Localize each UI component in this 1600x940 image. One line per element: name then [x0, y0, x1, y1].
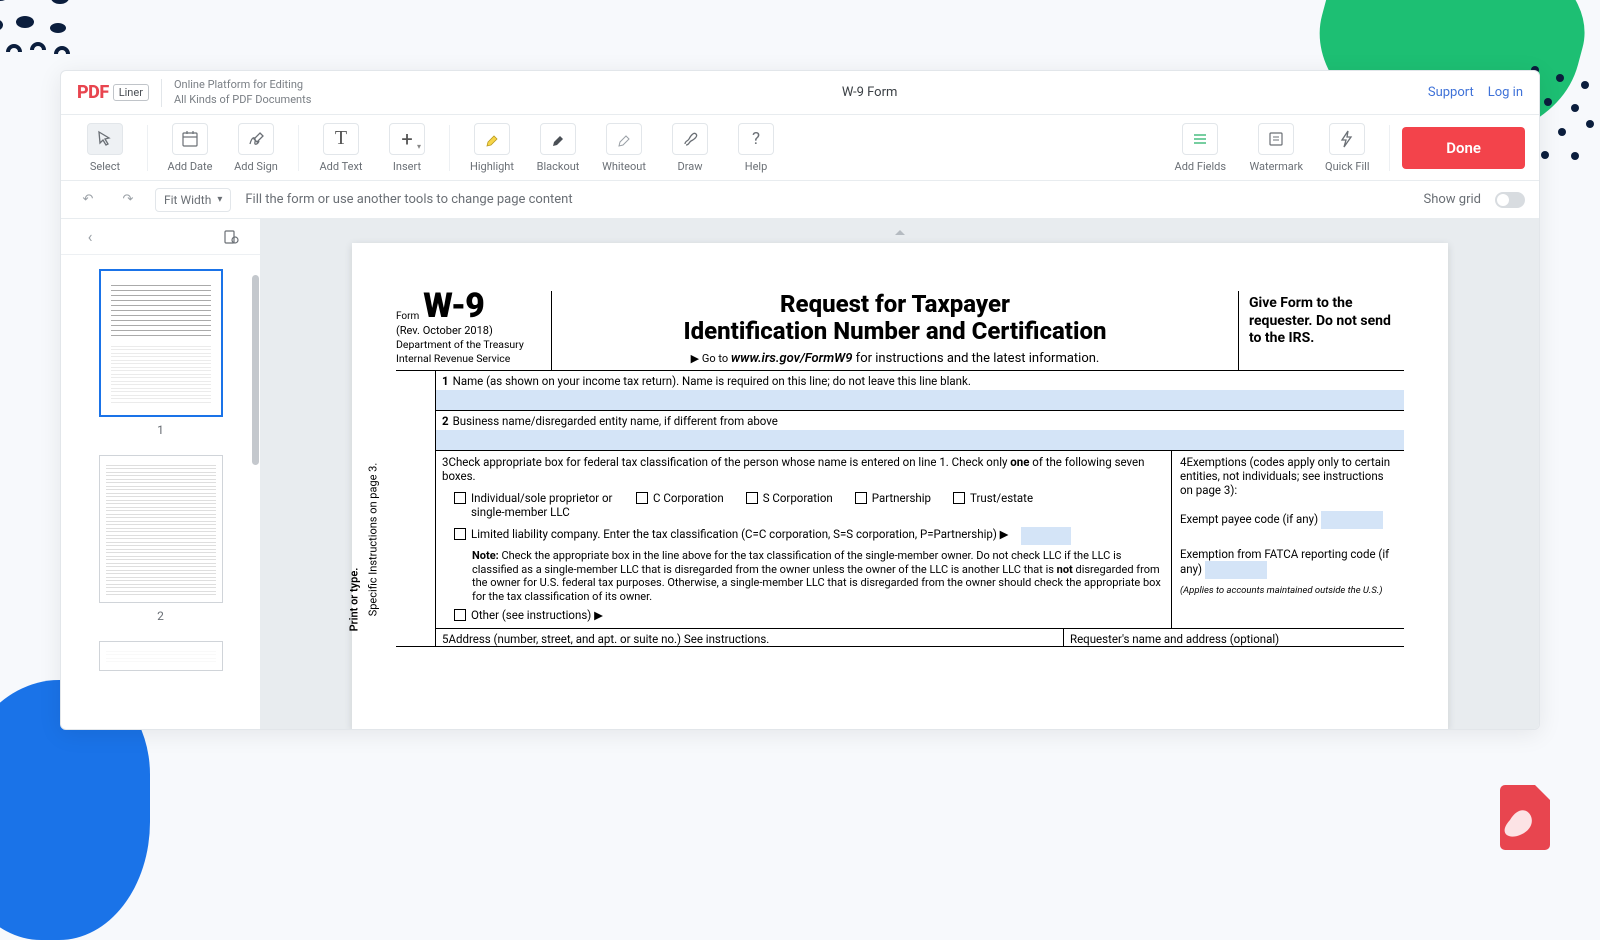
fields-icon [1191, 130, 1209, 148]
done-button[interactable]: Done [1402, 127, 1525, 169]
form-header-center: Request for TaxpayerIdentification Numbe… [552, 291, 1238, 370]
thumbnails-sidebar: ‹ 1 2 [61, 219, 261, 729]
decor-spots-tl [0, 0, 160, 80]
exempt-payee-input[interactable] [1321, 511, 1383, 529]
tool-add-fields[interactable]: Add Fields [1165, 123, 1235, 173]
tool-select[interactable]: Select [75, 123, 135, 173]
thumbnail-num-2: 2 [73, 609, 248, 623]
llc-note: Note: Check the appropriate box in the l… [472, 549, 1165, 604]
document-title: W-9 Form [311, 85, 1427, 100]
whiteout-icon [615, 130, 633, 148]
logo[interactable]: PDF Liner [77, 82, 149, 103]
redo-button[interactable]: ↷ [115, 187, 141, 213]
highlighter-icon [483, 130, 501, 148]
chevron-down-icon: ▾ [217, 194, 222, 205]
tool-draw[interactable]: Draw [660, 123, 720, 173]
calendar-icon [181, 130, 199, 148]
form-fields: 1Name (as shown on your income tax retur… [436, 371, 1404, 646]
form-header-right: Give Form to the requester. Do not send … [1238, 291, 1404, 370]
field-row-4: 4Exemptions (codes apply only to certain… [1172, 451, 1404, 628]
tool-whiteout[interactable]: Whiteout [594, 123, 654, 173]
logo-text-pdf: PDF [77, 82, 109, 103]
plus-icon: + [401, 127, 412, 151]
field-row-2: 2Business name/disregarded entity name, … [436, 411, 1404, 451]
tagline: Online Platform for Editing All Kinds of… [174, 78, 311, 107]
checkbox-llc[interactable]: Limited liability company. Enter the tax… [454, 527, 1165, 545]
thumbnails-list: 1 2 [61, 255, 260, 729]
tool-quick-fill[interactable]: Quick Fill [1317, 123, 1377, 173]
brush-icon [681, 130, 699, 148]
tool-watermark[interactable]: Watermark [1241, 123, 1311, 173]
secondary-bar: ↶ ↷ Fit Width ▾ Fill the form or use ano… [61, 181, 1539, 219]
field-row-5: 5Address (number, street, and apt. or su… [436, 629, 1404, 646]
logo-divider [161, 79, 162, 107]
thumbnail-num-1: 1 [73, 423, 248, 437]
field-row-1: 1Name (as shown on your income tax retur… [436, 371, 1404, 411]
sidebar-scrollbar[interactable] [252, 275, 259, 465]
field-row-3: 3Check appropriate box for federal tax c… [436, 451, 1172, 628]
thumbnail-page-1[interactable] [99, 269, 223, 417]
pdf-page: Form W-9 (Rev. October 2018) Department … [352, 243, 1448, 729]
tool-add-sign[interactable]: Add Sign [226, 123, 286, 173]
header-bar: PDF Liner Online Platform for Editing Al… [61, 71, 1539, 115]
checkbox-scorp[interactable]: S Corporation [746, 491, 833, 519]
thumbnail-page-2[interactable] [99, 455, 223, 603]
llc-class-input[interactable] [1021, 527, 1071, 545]
bolt-icon [1339, 130, 1355, 148]
checkbox-other[interactable]: Other (see instructions) ▶ [454, 608, 1165, 622]
checkbox-trust[interactable]: Trust/estate [953, 491, 1033, 519]
hint-text: Fill the form or use another tools to ch… [245, 192, 572, 207]
blackout-icon [549, 130, 567, 148]
thumbnail-page-3[interactable] [99, 641, 223, 671]
tool-add-date[interactable]: Add Date [160, 123, 220, 173]
sidebar-head: ‹ [61, 219, 260, 255]
tool-highlight[interactable]: Highlight [462, 123, 522, 173]
side-label: Print or type. Specific Instructions on … [396, 371, 436, 646]
cursor-icon [96, 130, 114, 148]
checkbox-ccorp[interactable]: C Corporation [636, 491, 724, 519]
sidebar-collapse-button[interactable]: ‹ [77, 224, 103, 250]
business-name-input[interactable] [436, 430, 1404, 450]
show-grid-label: Show grid [1424, 192, 1481, 207]
zoom-select[interactable]: Fit Width ▾ [155, 188, 231, 212]
tool-insert[interactable]: +▾ Insert [377, 123, 437, 173]
login-link[interactable]: Log in [1488, 85, 1523, 100]
chevron-down-icon: ▾ [417, 142, 421, 151]
tool-blackout[interactable]: Blackout [528, 123, 588, 173]
form-body: Print or type. Specific Instructions on … [396, 371, 1404, 647]
fatca-code-input[interactable] [1205, 561, 1267, 579]
tool-add-text[interactable]: T Add Text [311, 123, 371, 173]
tool-help[interactable]: ? Help [726, 123, 786, 173]
show-grid-toggle[interactable] [1495, 192, 1525, 208]
header-links: Support Log in [1428, 85, 1523, 100]
toolbar: Select Add Date Add Sign T Add Text +▾ I… [61, 115, 1539, 181]
checkbox-individual[interactable]: Individual/sole proprietor or single-mem… [454, 491, 614, 519]
checkbox-partnership[interactable]: Partnership [855, 491, 931, 519]
form-header: Form W-9 (Rev. October 2018) Department … [396, 291, 1404, 371]
undo-button[interactable]: ↶ [75, 187, 101, 213]
watermark-icon [1267, 130, 1285, 148]
content-area: ‹ 1 2 Form W-9 (Rev. October 2018) [61, 219, 1539, 729]
field-row-3-4: 3Check appropriate box for federal tax c… [436, 451, 1404, 629]
signature-icon [247, 130, 265, 148]
pdf-corner-icon [1490, 780, 1560, 850]
page-settings-button[interactable] [218, 224, 244, 250]
logo-text-liner: Liner [113, 84, 149, 101]
form-header-left: Form W-9 (Rev. October 2018) Department … [396, 291, 552, 370]
canvas[interactable]: Form W-9 (Rev. October 2018) Department … [261, 219, 1539, 729]
name-input[interactable] [436, 390, 1404, 410]
app-window: PDF Liner Online Platform for Editing Al… [60, 70, 1540, 730]
support-link[interactable]: Support [1428, 85, 1474, 100]
